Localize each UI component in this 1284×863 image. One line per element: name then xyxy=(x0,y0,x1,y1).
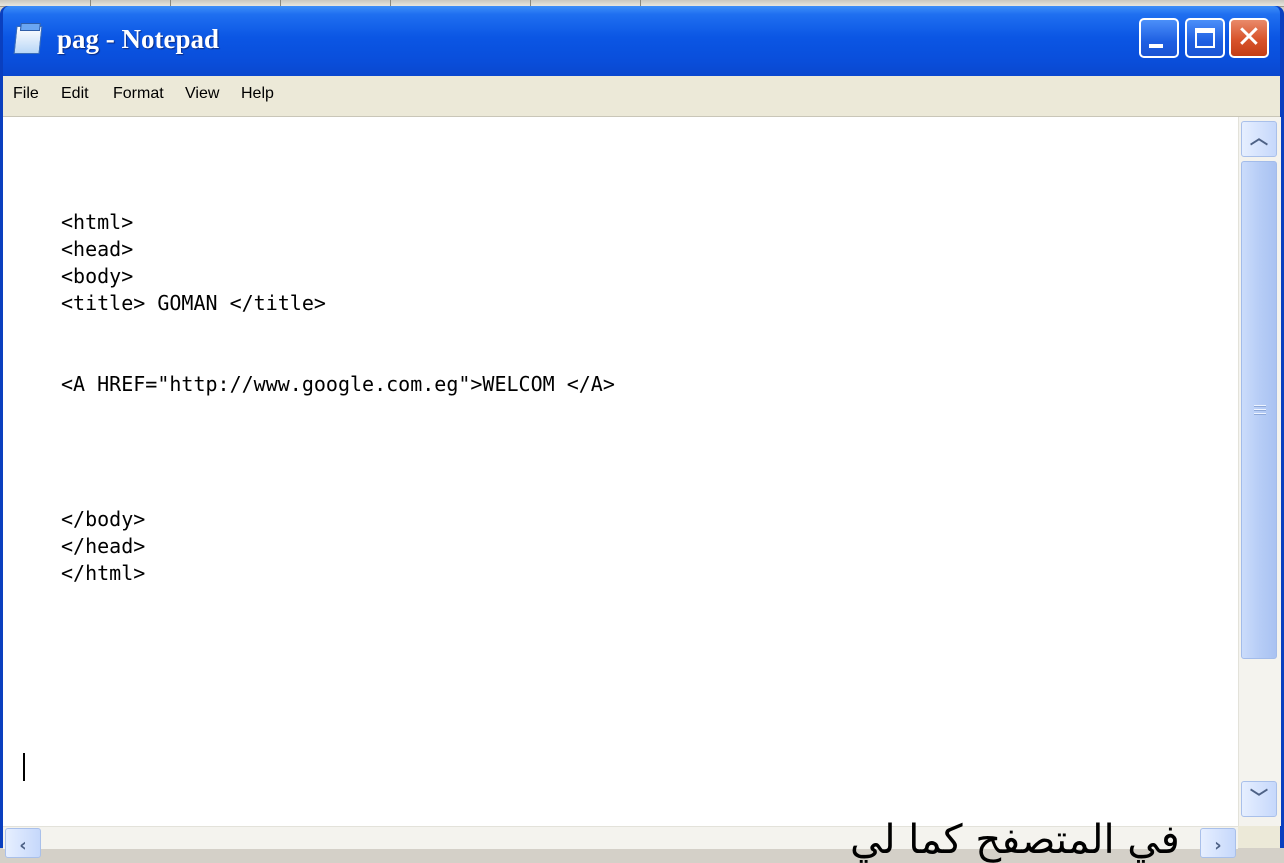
close-button[interactable]: ✕ xyxy=(1229,18,1269,58)
minimize-icon xyxy=(1149,44,1163,48)
menu-help[interactable]: Help xyxy=(241,85,274,103)
scroll-thumb[interactable] xyxy=(1241,161,1277,659)
maximize-button[interactable] xyxy=(1185,18,1225,58)
scroll-left-button[interactable]: ‹ xyxy=(5,828,41,858)
notepad-window: pag - Notepad ✕ File Edit Format View He… xyxy=(0,6,1284,858)
scroll-up-button[interactable]: ︿ xyxy=(1241,121,1277,157)
maximize-icon xyxy=(1195,28,1215,48)
menu-edit[interactable]: Edit xyxy=(61,85,89,103)
text-editor[interactable]: <html> <head> <body> <title> GOMAN </tit… xyxy=(3,117,1238,826)
menu-file[interactable]: File xyxy=(13,85,39,103)
client-area: <html> <head> <body> <title> GOMAN </tit… xyxy=(3,117,1281,858)
grip-icon xyxy=(1254,405,1266,417)
close-icon: ✕ xyxy=(1236,20,1262,55)
chevron-right-icon: › xyxy=(1214,835,1222,856)
chevron-left-icon: ‹ xyxy=(19,835,27,856)
vertical-scrollbar[interactable]: ︿ ﹀ xyxy=(1238,117,1281,826)
menu-format[interactable]: Format xyxy=(113,85,164,103)
chevron-up-icon: ︿ xyxy=(1250,128,1268,149)
menu-bar: File Edit Format View Help xyxy=(3,76,1280,117)
size-grip[interactable] xyxy=(1238,826,1280,848)
overlay-caption: في المتصفح كما لي xyxy=(850,817,1180,863)
scroll-right-button[interactable]: › xyxy=(1200,828,1236,858)
menu-view[interactable]: View xyxy=(185,85,219,103)
scroll-down-button[interactable]: ﹀ xyxy=(1241,781,1277,817)
text-caret xyxy=(23,753,25,781)
title-bar[interactable]: pag - Notepad ✕ xyxy=(3,6,1280,76)
window-title: pag - Notepad xyxy=(57,24,220,54)
chevron-down-icon: ﹀ xyxy=(1250,788,1268,809)
minimize-button[interactable] xyxy=(1139,18,1179,58)
editor-content[interactable]: <html> <head> <body> <title> GOMAN </tit… xyxy=(61,209,615,587)
notepad-icon[interactable] xyxy=(13,26,43,54)
